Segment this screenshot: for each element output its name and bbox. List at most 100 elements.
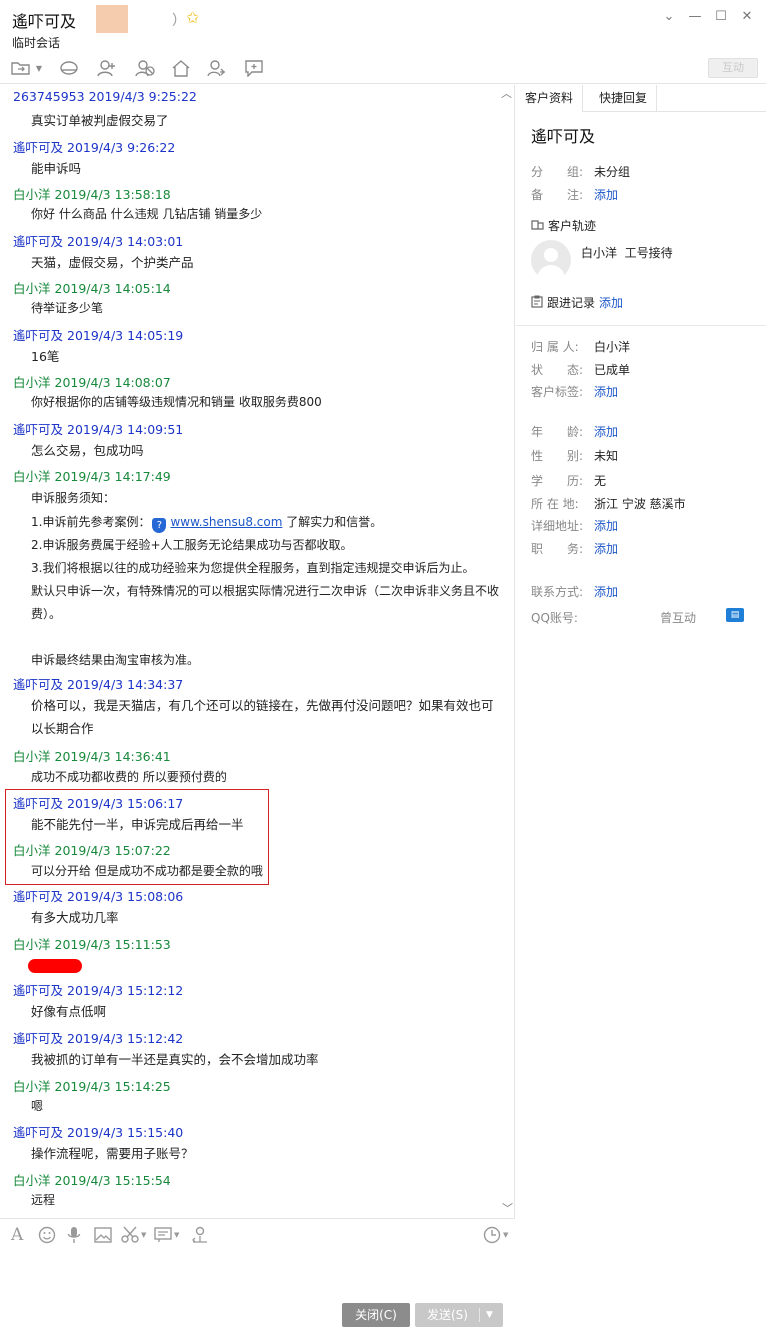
message-header: 遙吓可及 2019/4/3 15:15:40 — [13, 1125, 184, 1140]
send-button[interactable]: 发送(S) ▼ — [415, 1303, 503, 1327]
redacted-blank — [128, 5, 178, 33]
message-text: 能申诉吗 — [31, 161, 82, 176]
notice-link[interactable]: www.shensu8.com — [170, 515, 282, 529]
folder-icon[interactable] — [10, 57, 32, 79]
chevron-down-icon[interactable]: ▼ — [174, 1231, 179, 1239]
field-owner: 归 属 人: 白小洋 — [531, 340, 631, 354]
message-text: 16笔 — [31, 349, 60, 364]
notice-line: 申诉最终结果由淘宝审核为准。 — [31, 653, 200, 667]
divider — [479, 1308, 480, 1322]
field-tags: 客户标签: 添加 — [531, 385, 619, 399]
tab-customer-info[interactable]: 客户资料 — [516, 85, 584, 112]
field-education: 学 历: 无 — [531, 474, 607, 488]
session-type: 临时会话 — [12, 36, 61, 50]
message-header: 白小洋 2019/4/3 15:15:54 — [13, 1173, 171, 1188]
quick-phrase-icon[interactable]: ▼ — [154, 1225, 179, 1245]
redacted-mark — [28, 959, 82, 973]
home-icon[interactable] — [170, 57, 192, 79]
message-header: 白小洋 2019/4/3 14:05:14 — [13, 281, 171, 296]
maximize-icon[interactable]: ☐ — [708, 6, 734, 26]
panel-tabs: 客户资料 快捷回复 — [516, 85, 766, 112]
message-header: 遙吓可及 2019/4/3 14:05:19 — [13, 328, 184, 343]
field-qq: QQ账号: — [531, 611, 578, 625]
customer-panel: 客户资料 快捷回复 遙吓可及 分 组: 未分组 备 注: 添加 客户轨迹 白小洋 工… — [516, 85, 766, 1340]
scissors-icon[interactable]: ▼ — [121, 1225, 146, 1245]
field-status: 状 态: 已成单 — [531, 363, 631, 377]
message-header: 白小洋 2019/4/3 13:58:18 — [13, 187, 171, 202]
transfer-icon[interactable] — [190, 1225, 210, 1245]
add-tags-link[interactable]: 添加 — [594, 385, 618, 399]
add-job-link[interactable]: 添加 — [594, 542, 618, 556]
chevron-down-icon[interactable]: ⌄ — [656, 6, 682, 26]
transfer-user-icon[interactable] — [206, 57, 228, 79]
message-text: 价格可以，我是天猫店，有几个还可以的链接在，先做再付没问题吧？如果有效也可以长期… — [31, 698, 494, 736]
contact-card-icon[interactable]: ▤ — [726, 608, 744, 622]
chevron-down-icon[interactable]: ▼ — [32, 57, 46, 79]
field-note: 备 注: 添加 — [531, 188, 619, 202]
add-age-link[interactable]: 添加 — [594, 425, 618, 439]
message-text: 嗯 — [31, 1099, 44, 1113]
minimize-icon[interactable]: — — [682, 6, 708, 26]
message-text: 你好 什么商品 什么违规 几钻店铺 销量多少 — [31, 207, 263, 221]
window-title: 遙吓可及 — [12, 12, 77, 31]
message-text: 待举证多少笔 — [31, 301, 104, 315]
chat-toolbar: ▼ 互动 — [0, 54, 766, 84]
chevron-down-icon[interactable]: ▼ — [503, 1231, 508, 1239]
add-user-icon[interactable] — [96, 57, 118, 79]
message-header: 遙吓可及 2019/4/3 15:08:06 — [13, 889, 184, 904]
chat-history[interactable]: ︿ 263745953 2019/4/3 9:25:22 真实订单被判虚假交易了… — [0, 85, 515, 1218]
message-header: 白小洋 2019/4/3 14:36:41 — [13, 749, 171, 764]
customer-name: 遙吓可及 — [531, 127, 596, 146]
message-header: 遙吓可及 2019/4/3 14:34:37 — [13, 677, 184, 692]
field-group: 分 组: 未分组 — [531, 165, 631, 179]
message-header: 白小洋 2019/4/3 15:11:53 — [13, 937, 171, 952]
message-text — [31, 466, 501, 467]
block-user-icon[interactable] — [134, 57, 156, 79]
field-contact: 联系方式: 添加 — [531, 585, 619, 599]
message-text: 远程 — [31, 1193, 56, 1207]
add-followup-link[interactable]: 添加 — [599, 294, 623, 311]
message-text: 操作流程呢，需要用子账号？ — [31, 1146, 194, 1161]
chevron-down-icon[interactable]: ▼ — [141, 1231, 146, 1239]
notice-line: 1.申诉前先参考案例：? www.shensu8.com 了解实力和信誉。 — [31, 515, 383, 533]
hat-icon[interactable] — [58, 57, 80, 79]
close-button[interactable]: 关闭(C) — [342, 1303, 410, 1327]
field-location: 所 在 地: 浙江 宁波 慈溪市 — [531, 497, 686, 511]
message-text: 成功不成功都收费的 所以要预付费的 — [31, 770, 227, 784]
field-gender: 性 别: 未知 — [531, 449, 619, 463]
history-icon[interactable]: ▼ — [483, 1225, 508, 1245]
scroll-down-icon[interactable]: ﹀ — [502, 1200, 513, 1216]
message-header: 遙吓可及 2019/4/3 14:09:51 — [13, 422, 184, 437]
qq-value: 曾互动 — [660, 611, 697, 625]
input-toolbar: A ▼ ▼ ▼ — [0, 1218, 515, 1250]
message-header: 遙吓可及 2019/4/3 15:06:17 — [13, 796, 184, 811]
feedback-icon[interactable] — [243, 57, 265, 79]
message-text: 好像有点低啊 — [31, 1004, 107, 1019]
image-icon[interactable] — [94, 1225, 112, 1245]
followup-section: 跟进记录 添加 — [531, 294, 623, 311]
message-header: 白小洋 2019/4/3 15:14:25 — [13, 1079, 171, 1094]
scroll-up-icon[interactable]: ︿ — [501, 85, 512, 101]
message-header: 白小洋 2019/4/3 14:08:07 — [13, 375, 171, 390]
emoji-icon[interactable] — [38, 1225, 56, 1245]
message-text: 怎么交易，包成功吗 — [31, 443, 144, 458]
interact-button[interactable]: 互动 — [708, 58, 758, 78]
message-header: 遙吓可及 2019/4/3 14:03:01 — [13, 234, 184, 249]
close-icon[interactable]: ✕ — [734, 6, 760, 26]
font-icon[interactable]: A — [11, 1225, 23, 1245]
field-age: 年 龄: 添加 — [531, 425, 619, 439]
mic-icon[interactable] — [66, 1225, 82, 1245]
notice-line: 3.我们将根据以往的成功经验来为您提供全程服务，直到指定违规提交申诉后为止。 — [31, 561, 475, 575]
avatar — [531, 240, 571, 280]
chevron-down-icon[interactable]: ▼ — [486, 1303, 493, 1327]
add-contact-link[interactable]: 添加 — [594, 585, 618, 599]
redacted-block — [96, 5, 128, 33]
message-text: 天猫，虚假交易，个护类产品 — [31, 255, 194, 270]
message-text — [31, 934, 501, 935]
add-note-link[interactable]: 添加 — [594, 188, 618, 202]
star-icon[interactable]: ✩ — [186, 8, 199, 27]
tab-quick-reply[interactable]: 快捷回复 — [590, 85, 658, 112]
send-label: 发送(S) — [427, 1308, 468, 1322]
notice-line: 费）。 — [31, 607, 62, 621]
add-address-link[interactable]: 添加 — [594, 519, 618, 533]
